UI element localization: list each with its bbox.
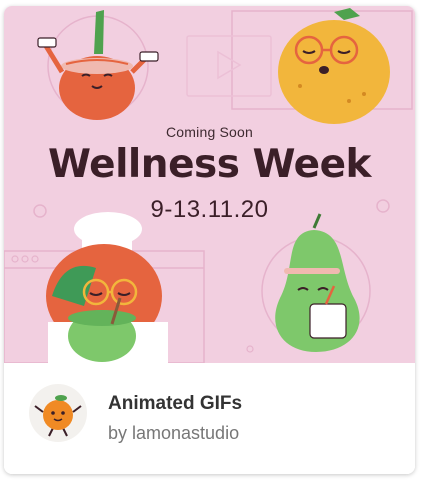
collection-thumbnail[interactable]: Coming Soon Wellness Week 9-13.11.20 [4,6,415,363]
author-avatar[interactable] [29,384,87,442]
play-icon [186,35,272,97]
card-footer: Animated GIFs by lamonastudio [4,363,415,474]
pear-character [275,213,360,352]
tomato-character [37,10,159,120]
apple-chef-character [46,212,168,363]
gif-collection-card[interactable]: Coming Soon Wellness Week 9-13.11.20 Ani… [4,6,415,474]
thumbnail-headline: Wellness Week [47,142,372,187]
orange-avatar-icon [34,395,82,437]
collection-title[interactable]: Animated GIFs [108,393,242,415]
lemon-character [278,8,390,124]
author-line[interactable]: by lamonastudio [108,423,239,444]
thumbnail-subtitle: Coming Soon [165,124,254,140]
thumbnail-dates: 9-13.11.20 [150,196,269,223]
